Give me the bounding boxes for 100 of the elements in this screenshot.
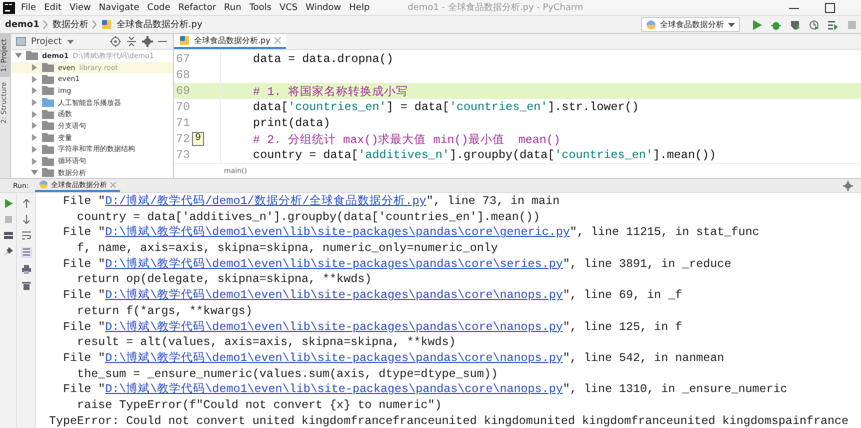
- folder-icon: [42, 144, 54, 154]
- line-number: 72: [176, 132, 190, 146]
- panel-icon: [16, 37, 26, 46]
- file-link[interactable]: D:\博斌\教学代码\demo1\even\lib\site-packages\pandas\core\nanops.py: [105, 320, 563, 334]
- down-arrow-icon[interactable]: [22, 215, 30, 224]
- menu-item[interactable]: Code: [147, 2, 170, 12]
- folder-icon: [42, 63, 54, 72]
- bookmark-badge[interactable]: 9: [192, 132, 204, 146]
- line-number: 67: [176, 52, 190, 66]
- collapsed-arrow-icon[interactable]: [31, 146, 38, 153]
- collapsed-arrow-icon[interactable]: [31, 158, 38, 165]
- console-line: result = alt(values, axis=axis, skipna=skipna, **kwds): [76, 335, 457, 351]
- file-tab[interactable]: 全球食品数据分析.py: [174, 34, 286, 49]
- folder-icon: [42, 133, 54, 142]
- file-link[interactable]: D:\博斌\教学代码\demo1\even\lib\site-packages\pandas\core\nanops.py: [105, 288, 563, 302]
- python-icon: [38, 180, 48, 189]
- file-link[interactable]: D:\博斌\教学代码\demo1\even\lib\site-packages\pandas\core\series.py: [105, 256, 563, 271]
- up-arrow-icon[interactable]: [22, 199, 30, 208]
- collapse-icon[interactable]: [126, 36, 137, 47]
- line-number: 68: [176, 68, 190, 82]
- python-file-icon: [179, 35, 190, 46]
- gear-icon[interactable]: [843, 180, 853, 190]
- console-line: File "D:/博斌/教学代码/demo1/数据分析/全球食品数据分析.py", line 73, in main: [62, 194, 561, 210]
- console-line: File "D:\博斌\教学代码\demo1\even\lib\site-packages\pandas\core\nanops.py", line 542, in nanmean: [62, 350, 726, 367]
- collapsed-arrow-icon[interactable]: [31, 99, 38, 106]
- menu-item[interactable]: Help: [349, 2, 370, 12]
- window-title: demo1 - 全球食品数据分析.py - PyCharm: [408, 2, 584, 14]
- menu-item[interactable]: Edit: [44, 2, 62, 12]
- console-line: File "D:\博斌\教学代码\demo1\even\lib\site-packages\pandas\core\series.py", line 3891, in _reduce: [62, 256, 732, 272]
- breadcrumb-item[interactable]: 数据分析: [52, 18, 88, 31]
- code-line: # 1. 将国家名称转换成小写: [252, 84, 408, 98]
- menu-item[interactable]: VCS: [279, 2, 298, 12]
- console-line: File "D:\博斌\教学代码\demo1\even\lib\site-packages\pandas\core\nanops.py", line 69, in _f: [62, 288, 684, 304]
- file-link[interactable]: D:\博斌\教学代码\demo1\even\lib\site-packages\pandas\core\nanops.py: [105, 382, 563, 396]
- print-icon[interactable]: [22, 265, 30, 274]
- trash-icon[interactable]: [22, 281, 30, 290]
- code-line: # 2. 分组统计 max()求最大值 min()最小值 mean(): [252, 132, 560, 146]
- pin-icon[interactable]: [4, 247, 12, 256]
- close-icon[interactable]: [274, 37, 282, 44]
- chevron-icon: [92, 20, 98, 29]
- panel-title-dropdown[interactable]: Project: [31, 36, 62, 46]
- gear-icon[interactable]: [142, 36, 153, 47]
- file-link[interactable]: D:/博斌/教学代码/demo1/数据分析/全球食品数据分析.py: [105, 194, 426, 208]
- menu-item[interactable]: Window: [306, 2, 342, 12]
- folder-icon: [42, 98, 54, 108]
- python-file-icon: [101, 19, 112, 30]
- run-configuration-dropdown[interactable]: 全球食品数据分析: [641, 17, 740, 32]
- clock-icon[interactable]: [809, 20, 819, 30]
- menu-item[interactable]: Run: [224, 2, 242, 12]
- folder-icon: [42, 121, 54, 130]
- expanded-arrow-icon[interactable]: [31, 169, 38, 176]
- menu-item[interactable]: Navigate: [98, 2, 140, 12]
- collapsed-arrow-icon[interactable]: [31, 87, 38, 94]
- folder-icon: [42, 86, 54, 96]
- menu-item[interactable]: View: [70, 2, 91, 12]
- console-line: File "D:\博斌\教学代码\demo1\even\lib\site-packages\pandas\core\nanops.py", line 1310, in _ensure_numeric: [62, 382, 788, 398]
- file-link[interactable]: D:\博斌\教学代码\demo1\even\lib\site-packages\pandas\core\nanops.py: [105, 350, 563, 365]
- collapsed-arrow-icon[interactable]: [31, 134, 38, 142]
- bug-icon[interactable]: [771, 20, 781, 30]
- code-line: data = data.dropna(): [252, 52, 394, 66]
- console-line: country = data['additives_n'].groupby(data['countries_en'].mean()): [76, 210, 541, 226]
- console-line: File "D:\博斌\教学代码\demo1\even\lib\site-packages\pandas\core\nanops.py", line 125, in f: [62, 320, 684, 336]
- collapsed-arrow-icon[interactable]: [31, 110, 38, 118]
- target-icon[interactable]: [110, 36, 121, 47]
- caret-icon: [728, 22, 735, 26]
- shield-icon[interactable]: [790, 20, 800, 30]
- maximize-icon[interactable]: [825, 2, 835, 12]
- console-line: the_sum = _ensure_numeric(values.sum(axis, dtype=dtype_sum)): [76, 366, 499, 382]
- menu-item[interactable]: Refactor: [178, 2, 216, 12]
- code-line: country = data['additives_n'].groupby(data['countries_en'].mean()): [252, 148, 716, 162]
- run-icon[interactable]: [752, 20, 762, 30]
- line-number: 71: [176, 116, 190, 130]
- close-icon[interactable]: [110, 182, 116, 188]
- console-line: TypeError: Could not convert united kingdomfrancefranceunited kingdomunited kingdomfranceunited kingdomspainfrance: [49, 414, 850, 428]
- collapsed-arrow-icon[interactable]: [31, 64, 38, 72]
- line-number: 69: [176, 84, 190, 98]
- console-line: f, name, axis=axis, skipna=skipna, numeric_only=numeric_only: [76, 241, 499, 257]
- expanded-arrow-icon[interactable]: [15, 52, 22, 60]
- caret-icon[interactable]: [66, 40, 74, 44]
- menu-item[interactable]: File: [21, 2, 36, 12]
- list-icon[interactable]: [828, 20, 838, 30]
- file-link[interactable]: D:\博斌\教学代码\demo1\even\lib\site-packages\pandas\core\generic.py: [105, 225, 570, 240]
- code-line: data['countries_en'] = data['countries_en'].str.lower(): [252, 100, 639, 114]
- console-line: File "D:\博斌\教学代码\demo1\even\lib\site-packages\pandas\core\generic.py", line 11215, in stat_func: [62, 225, 760, 242]
- folder-icon: [42, 110, 54, 119]
- wrap-icon[interactable]: [22, 231, 30, 240]
- collapsed-arrow-icon[interactable]: [31, 76, 38, 83]
- breadcrumb-item[interactable]: demo1: [5, 20, 40, 30]
- menu-item[interactable]: Tools: [249, 2, 272, 12]
- collapsed-arrow-icon[interactable]: [31, 122, 38, 130]
- console-line: return f(*args, **kwargs): [76, 304, 254, 320]
- run-icon[interactable]: [4, 199, 12, 208]
- console-line: return op(delegate, skipna=skipna, **kwds): [76, 272, 373, 288]
- line-number: 70: [176, 100, 190, 114]
- code-line: print(data): [252, 116, 330, 130]
- breadcrumb-item[interactable]: 全球食品数据分析.py: [116, 18, 202, 31]
- console-line: raise TypeError(f"Could not convert {x} to numeric"): [76, 398, 443, 414]
- line-number: 73: [176, 148, 190, 162]
- layout-icon[interactable]: [4, 231, 12, 240]
- python-icon: [646, 20, 656, 30]
